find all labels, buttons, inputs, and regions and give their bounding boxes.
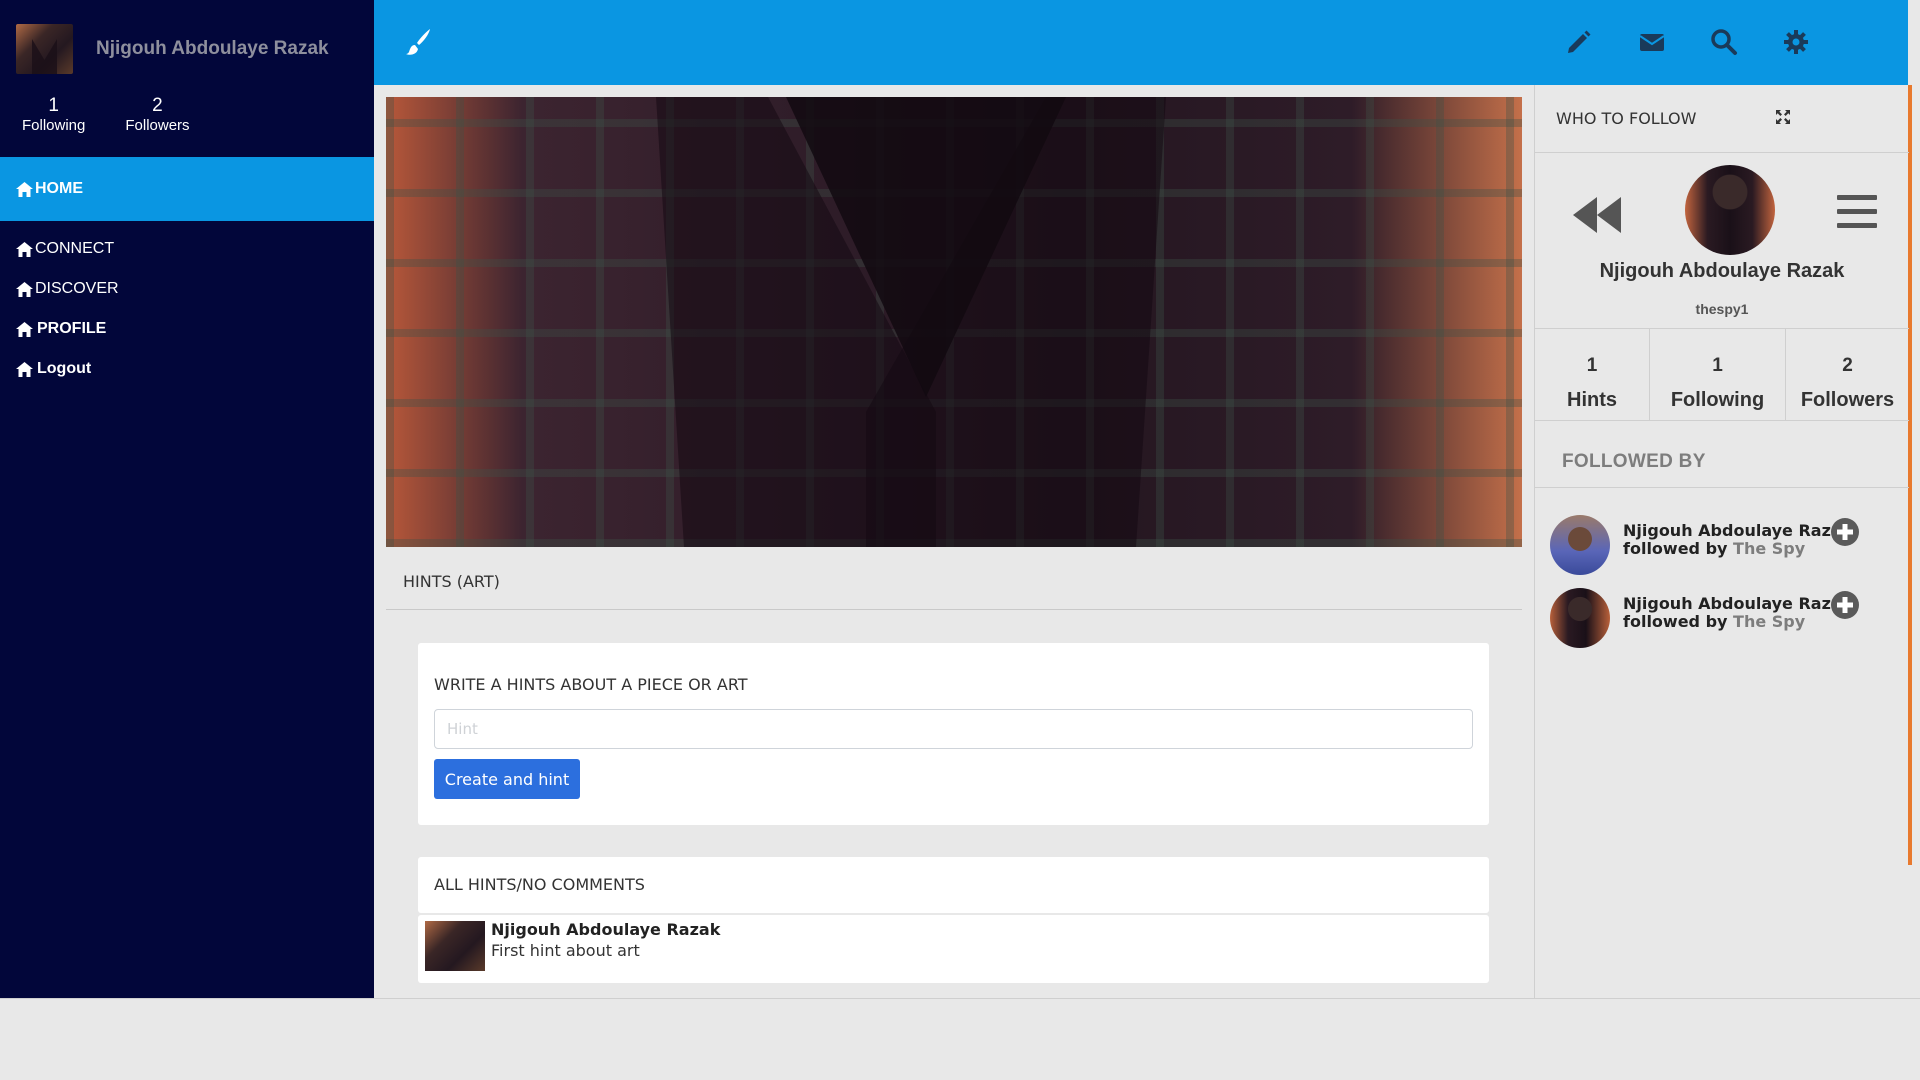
profile-name[interactable]: Njigouh Abdoulaye Razak xyxy=(1535,261,1909,281)
home-icon xyxy=(16,321,33,337)
divider xyxy=(386,609,1522,610)
expand-icon[interactable] xyxy=(1775,109,1791,125)
stat-value: 2 xyxy=(152,95,163,116)
plus-circle-icon[interactable] xyxy=(1830,517,1860,547)
followed-by-line: followed by The Spy xyxy=(1623,612,1805,631)
profile-handle: thespy1 xyxy=(1695,301,1749,317)
pencil-icon[interactable] xyxy=(1565,28,1593,56)
stat-label: Following xyxy=(1670,389,1765,411)
home-icon xyxy=(16,181,33,197)
avatar[interactable] xyxy=(425,921,485,971)
stat-value: 1 xyxy=(1712,355,1723,376)
envelope-icon[interactable] xyxy=(1638,28,1666,56)
follower-name[interactable]: Njigouh Abdoulaye Razak xyxy=(1623,594,1852,613)
sidebar-profile[interactable]: Njigouh Abdoulaye Razak xyxy=(16,24,329,74)
sidebar-stats: 1 Following 2 Followers xyxy=(22,95,230,134)
page-footer-area xyxy=(0,998,1920,1080)
plus-circle-icon[interactable] xyxy=(1830,590,1860,620)
divider xyxy=(1535,152,1909,153)
stat-followers[interactable]: 2 Followers xyxy=(1786,329,1909,420)
sidebar-stat-following[interactable]: 1 Following xyxy=(22,95,85,134)
home-icon xyxy=(16,281,33,297)
avatar[interactable] xyxy=(16,24,73,74)
who-to-follow-title: WHO TO FOLLOW xyxy=(1556,109,1697,128)
divider xyxy=(1535,487,1909,488)
follower-name[interactable]: Njigouh Abdoulaye Razak xyxy=(1623,521,1852,540)
stat-hints[interactable]: 1 Hints xyxy=(1535,329,1650,420)
home-icon xyxy=(16,361,33,377)
rewind-icon[interactable] xyxy=(1571,195,1623,235)
profile-stats: 1 Hints 1 Following 2 Followers xyxy=(1535,328,1909,421)
followed-by-text: followed by xyxy=(1623,612,1728,631)
sidebar-item-label: Logout xyxy=(37,360,92,377)
sidebar-user-name[interactable]: Njigouh Abdoulaye Razak xyxy=(96,38,329,60)
stat-label: Hints xyxy=(1567,389,1617,411)
section-title: HINTS (ART) xyxy=(403,572,500,591)
sidebar-item-label: HOME xyxy=(35,180,83,197)
stat-following[interactable]: 1 Following xyxy=(1650,329,1786,420)
scroll-strip xyxy=(1908,85,1912,865)
avatar[interactable] xyxy=(1550,515,1610,575)
stat-label: Followers xyxy=(1800,389,1895,411)
followed-by-title: FOLLOWED BY xyxy=(1562,451,1706,472)
gear-icon[interactable] xyxy=(1782,28,1810,56)
sidebar-item-home[interactable]: HOME xyxy=(0,157,374,221)
sidebar-item-profile[interactable]: PROFILE xyxy=(16,320,106,338)
followed-by-text: followed by xyxy=(1623,539,1728,558)
followed-by-line: followed by The Spy xyxy=(1623,539,1805,558)
sidebar-item-logout[interactable]: Logout xyxy=(16,360,91,378)
paintbrush-icon[interactable] xyxy=(405,28,431,56)
create-hint-button[interactable]: Create and hint xyxy=(434,759,580,799)
hint-input[interactable] xyxy=(434,709,1473,749)
search-icon[interactable] xyxy=(1710,28,1738,56)
stat-value: 2 xyxy=(1842,355,1853,376)
sidebar-stat-followers[interactable]: 2 Followers xyxy=(125,95,189,134)
write-hint-card: WRITE A HINTS ABOUT A PIECE OR ART Creat… xyxy=(418,643,1489,825)
sidebar-item-label: DISCOVER xyxy=(35,280,119,297)
all-hints-header: ALL HINTS/NO COMMENTS xyxy=(418,857,1489,913)
avatar[interactable] xyxy=(1550,588,1610,648)
stat-label: Following xyxy=(22,117,86,134)
follower-link[interactable]: The Spy xyxy=(1733,539,1805,558)
stat-value: 1 xyxy=(48,95,59,116)
follower-link[interactable]: The Spy xyxy=(1733,612,1805,631)
sidebar-item-label: CONNECT xyxy=(35,240,115,257)
home-icon xyxy=(16,241,33,257)
sidebar-item-discover[interactable]: DISCOVER xyxy=(16,280,119,298)
sidebar-item-connect[interactable]: CONNECT xyxy=(16,240,114,258)
list-item: Njigouh Abdoulaye Razak followed by The … xyxy=(1550,588,1890,648)
hamburger-menu-icon[interactable] xyxy=(1837,195,1877,229)
sidebar: Njigouh Abdoulaye Razak 1 Following 2 Fo… xyxy=(0,0,374,998)
stat-value: 1 xyxy=(1586,355,1598,376)
all-hints-label: ALL HINTS/NO COMMENTS xyxy=(434,875,645,894)
hint-author[interactable]: Njigouh Abdoulaye Razak xyxy=(491,920,720,939)
sidebar-item-label: PROFILE xyxy=(37,320,107,337)
who-to-follow-panel: WHO TO FOLLOW Njigouh Abdoulaye Razak th… xyxy=(1534,85,1909,998)
hero-image xyxy=(386,97,1522,547)
write-hint-label: WRITE A HINTS ABOUT A PIECE OR ART xyxy=(434,675,748,694)
hint-text: First hint about art xyxy=(491,941,640,960)
hint-item[interactable]: Njigouh Abdoulaye Razak First hint about… xyxy=(418,915,1489,983)
top-bar xyxy=(374,0,1908,85)
list-item: Njigouh Abdoulaye Razak followed by The … xyxy=(1550,515,1890,575)
avatar[interactable] xyxy=(1685,165,1775,255)
stat-label: Followers xyxy=(125,117,190,134)
